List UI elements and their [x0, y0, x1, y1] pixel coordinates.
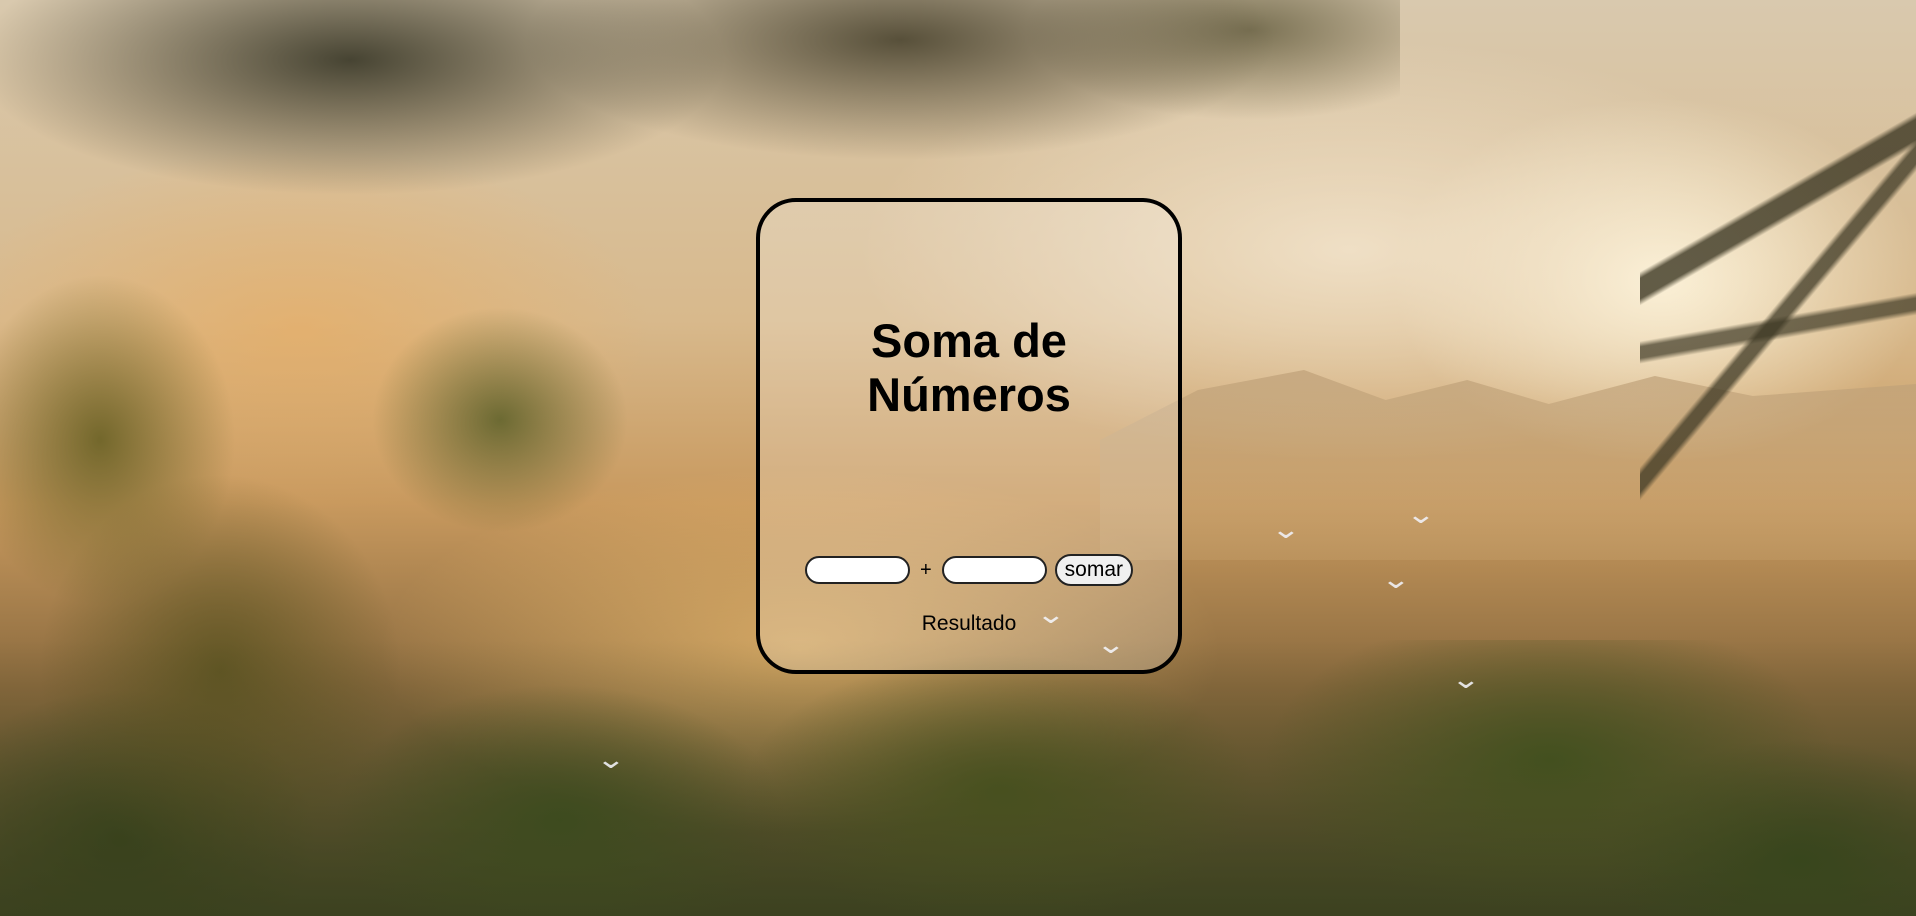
title-line-2: Números — [867, 368, 1071, 421]
sum-button[interactable]: somar — [1054, 554, 1134, 586]
middle-trees — [320, 290, 680, 630]
palm-leaves — [1640, 0, 1916, 520]
second-number-input[interactable] — [941, 556, 1047, 584]
bird-icon: ⌄ — [1380, 565, 1412, 595]
tree-canopy — [0, 0, 1400, 260]
plus-sign: + — [919, 558, 932, 581]
bird-icon: ⌄ — [1450, 665, 1482, 695]
result-text: Resultado — [921, 612, 1017, 635]
title-line-1: Soma de — [871, 314, 1067, 367]
bird-icon: ⌄ — [595, 745, 627, 775]
bird-icon: ⌄ — [1405, 500, 1437, 530]
first-number-input[interactable] — [804, 556, 910, 584]
bird-icon: ⌄ — [1270, 515, 1302, 545]
foreground-trees — [0, 640, 1916, 916]
page-title: Soma de Números — [760, 314, 1178, 422]
sum-form: + somar — [760, 554, 1178, 586]
sum-card: Soma de Números + somar Resultado — [756, 198, 1182, 674]
